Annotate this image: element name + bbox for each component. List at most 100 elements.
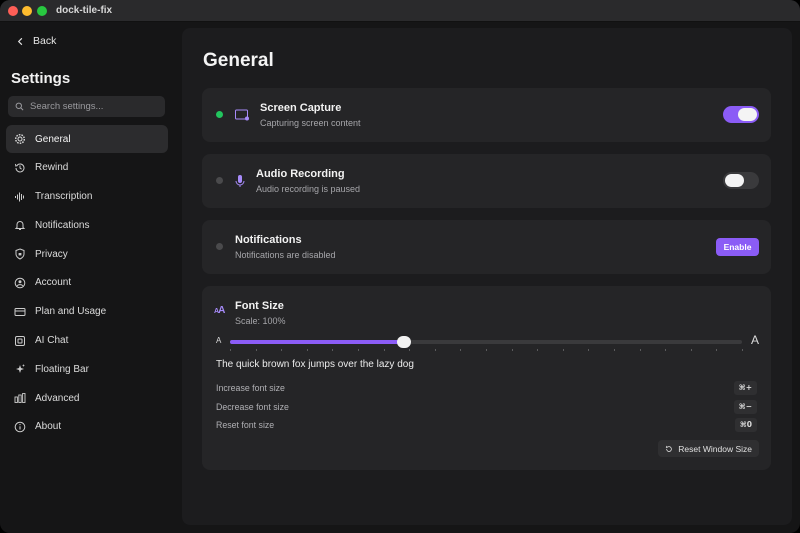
shortcut-row: Increase font size ⌘+ [216, 381, 757, 397]
slider-tick [639, 349, 641, 351]
bell-icon [14, 221, 26, 231]
slider-tick [716, 349, 718, 351]
back-label: Back [33, 35, 57, 47]
window-title: dock-tile-fix [56, 5, 113, 16]
sidebar-item-label: Floating Bar [35, 363, 89, 375]
sidebar-item-label: Plan and Usage [35, 306, 107, 318]
sidebar-item-general[interactable]: General [6, 125, 168, 153]
shortcut-row: Decrease font size ⌘− [216, 400, 757, 416]
sidebar-item-advanced[interactable]: Advanced [6, 384, 168, 412]
slider-tick [255, 349, 257, 351]
slider-tick [332, 349, 334, 351]
slider-tick [486, 349, 487, 351]
search-input[interactable] [30, 101, 160, 112]
sidebar-item-notifications[interactable]: Notifications [6, 211, 168, 239]
sidebar-item-label: Transcription [35, 191, 93, 203]
microphone-icon [235, 175, 245, 187]
toggle-knob [738, 108, 757, 121]
sidebar-item-privacy[interactable]: Privacy [6, 240, 168, 268]
shortcut-label: Increase font size [216, 383, 285, 393]
gear-icon [14, 133, 26, 145]
minimize-window-button[interactable] [22, 6, 32, 16]
sidebar-item-label: Notifications [35, 219, 90, 231]
sidebar-item-ai-chat[interactable]: AI Chat [6, 327, 168, 355]
enable-notifications-button[interactable]: Enable [716, 238, 759, 256]
sidebar: Back Settings General Rewind Transcripti… [0, 22, 176, 533]
sidebar-item-transcription[interactable]: Transcription [6, 183, 168, 211]
slider-min-label: A [216, 336, 222, 345]
slider-tick [614, 349, 615, 351]
search-box[interactable] [8, 96, 165, 117]
font-preview-text: The quick brown fox jumps over the lazy … [216, 359, 414, 370]
sidebar-item-label: General [35, 133, 71, 145]
slider-tick [460, 349, 462, 351]
waveform-icon [15, 192, 24, 202]
card-subtitle: Capturing screen content [260, 118, 361, 128]
sidebar-item-rewind[interactable]: Rewind [6, 154, 168, 182]
shortcut-label: Decrease font size [216, 402, 289, 412]
slider-tick [358, 349, 359, 351]
card-title: Audio Recording [256, 168, 345, 180]
scale-label: Scale: 100% [235, 316, 286, 326]
search-icon [15, 102, 24, 111]
zoom-window-button[interactable] [37, 6, 47, 16]
audio-recording-card: Audio Recording Audio recording is pause… [202, 154, 771, 208]
sidebar-item-floating-bar[interactable]: Floating Bar [6, 355, 168, 383]
reset-icon [666, 445, 673, 452]
sidebar-item-label: Account [35, 277, 72, 289]
card-subtitle: Audio recording is paused [256, 184, 361, 194]
audio-recording-toggle[interactable] [723, 172, 759, 189]
slider-tick [562, 349, 564, 351]
toggle-knob [725, 174, 744, 187]
sidebar-item-label: AI Chat [35, 335, 69, 347]
shortcut-row: Reset font size ⌘0 [216, 418, 757, 434]
font-size-card: AA Font Size Scale: 100% A A The quick b… [202, 286, 771, 470]
slider-tick [588, 349, 590, 351]
settings-window: dock-tile-fix Back Settings General Rewi… [0, 0, 800, 533]
reset-window-size-button[interactable]: Reset Window Size [658, 440, 759, 457]
card-title: Screen Capture [260, 102, 342, 114]
shortcut-key: ⌘+ [733, 381, 757, 395]
card-title: Notifications [235, 234, 302, 246]
slider-tick [690, 349, 692, 351]
screen-capture-card: Screen Capture Capturing screen content [202, 88, 771, 142]
status-indicator [216, 243, 223, 250]
font-size-icon: AA [214, 305, 225, 316]
bars-icon [14, 393, 26, 404]
back-button[interactable]: Back [16, 35, 56, 47]
close-window-button[interactable] [8, 6, 18, 16]
sparkle-icon [16, 364, 25, 374]
screen-record-icon [235, 109, 249, 121]
sidebar-item-plan-and-usage[interactable]: Plan and Usage [6, 298, 168, 326]
card-title: Font Size [235, 300, 284, 312]
slider-tick [511, 349, 513, 351]
slider-thumb[interactable] [397, 336, 412, 348]
font-size-slider[interactable] [230, 336, 743, 351]
slider-fill [230, 340, 405, 344]
screen-capture-toggle[interactable] [723, 106, 759, 123]
slider-max-label: A [750, 333, 759, 347]
sidebar-item-account[interactable]: Account [6, 269, 168, 297]
shortcut-key: ⌘0 [734, 418, 757, 432]
status-indicator [216, 111, 223, 118]
sidebar-title: Settings [11, 70, 71, 87]
slider-tick [434, 349, 436, 351]
chevron-left-icon [17, 37, 23, 45]
status-indicator [216, 177, 223, 184]
credit-card-icon [14, 307, 26, 316]
notifications-card: Notifications Notifications are disabled… [202, 220, 771, 274]
sidebar-item-about[interactable]: About [6, 413, 168, 441]
user-circle-icon [14, 277, 26, 289]
page-title: General [203, 50, 274, 71]
card-subtitle: Notifications are disabled [235, 250, 336, 260]
main-panel: General Screen Capture Capturing screen … [182, 28, 792, 525]
slider-tick [383, 349, 385, 351]
title-bar: dock-tile-fix [0, 0, 800, 22]
sidebar-item-label: Privacy [35, 248, 68, 260]
slider-tick [742, 349, 743, 351]
shortcut-label: Reset font size [216, 420, 275, 430]
slider-tick [537, 349, 539, 351]
slider-tick [306, 349, 308, 351]
shortcut-key: ⌘− [733, 400, 757, 414]
slider-tick [409, 349, 411, 351]
